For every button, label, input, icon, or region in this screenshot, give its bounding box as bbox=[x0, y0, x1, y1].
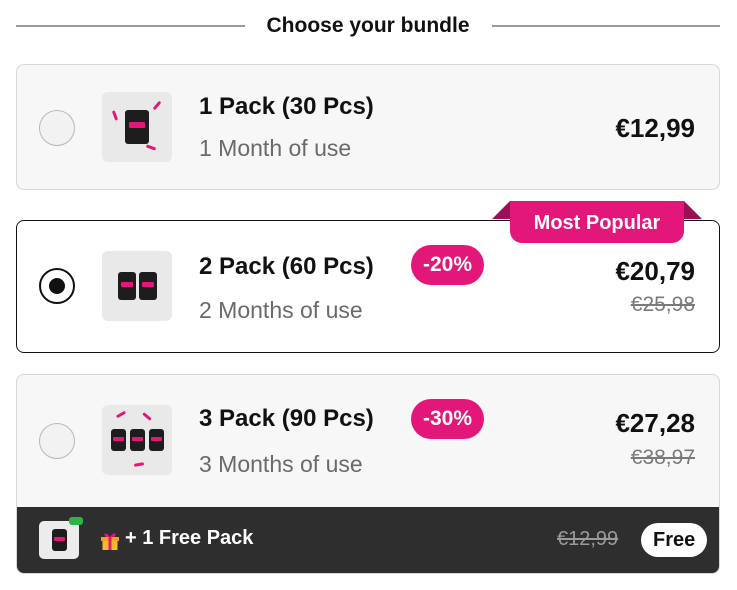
most-popular-badge: Most Popular bbox=[510, 201, 684, 243]
product-thumbnail-2 bbox=[102, 251, 172, 321]
strip-icon bbox=[111, 110, 119, 121]
bundle-subtitle: 1 Month of use bbox=[199, 135, 352, 161]
ribbon-fold-right bbox=[684, 201, 702, 219]
product-thumbnail-3 bbox=[102, 405, 172, 475]
free-pack-bonus-bar: + 1 Free Pack €12,99 Free bbox=[17, 507, 719, 573]
bundle-title: 1 Pack (30 Pcs) bbox=[199, 93, 374, 120]
bundle-price: €27,28 bbox=[615, 408, 695, 438]
ribbon-fold-left bbox=[492, 201, 510, 219]
discount-badge: -30% bbox=[411, 399, 485, 439]
discount-badge: -20% bbox=[411, 245, 485, 285]
bundle-radio-2[interactable] bbox=[39, 268, 75, 304]
strip-icon bbox=[145, 144, 157, 151]
pouch-icon bbox=[129, 429, 145, 451]
free-pack-label: + 1 Free Pack bbox=[125, 527, 254, 549]
bundle-subtitle: 3 Months of use bbox=[199, 451, 363, 477]
gift-icon bbox=[101, 533, 119, 550]
bundle-title: 3 Pack (90 Pcs) bbox=[199, 405, 374, 432]
product-thumbnail-1 bbox=[102, 92, 172, 162]
strip-icon bbox=[115, 410, 127, 419]
pouch-icon bbox=[51, 529, 67, 551]
bundle-option-1-pack[interactable]: 1 Pack (30 Pcs) 1 Month of use €12,99 bbox=[16, 64, 720, 190]
pouch-icon bbox=[110, 429, 126, 451]
pouch-icon bbox=[138, 272, 157, 300]
pouch-icon bbox=[117, 272, 136, 300]
pouch-icon bbox=[125, 110, 149, 144]
section-heading: Choose your bundle bbox=[16, 12, 721, 40]
bundle-price: €12,99 bbox=[615, 113, 695, 143]
strip-icon bbox=[133, 462, 145, 467]
heading-divider-left bbox=[16, 25, 245, 27]
most-popular-ribbon: Most Popular bbox=[492, 201, 702, 243]
bundle-old-price: €25,98 bbox=[630, 293, 695, 316]
free-tag-icon bbox=[69, 517, 83, 525]
pouch-icon bbox=[148, 429, 164, 451]
bundle-radio-3[interactable] bbox=[39, 423, 75, 459]
bundle-old-price: €38,97 bbox=[630, 446, 695, 469]
bundle-price: €20,79 bbox=[615, 256, 695, 286]
bundle-selector: Choose your bundle 1 Pack (30 Pcs) 1 Mon… bbox=[0, 0, 737, 590]
heading-title: Choose your bundle bbox=[266, 14, 470, 37]
bundle-subtitle: 2 Months of use bbox=[199, 297, 363, 323]
strip-icon bbox=[142, 412, 152, 421]
free-pack-thumbnail bbox=[39, 517, 83, 559]
bundle-radio-1[interactable] bbox=[39, 110, 75, 146]
bundle-option-3-pack[interactable]: 3 Pack (90 Pcs) -30% 3 Months of use €27… bbox=[16, 374, 720, 574]
heading-divider-right bbox=[491, 25, 721, 27]
bundle-title: 2 Pack (60 Pcs) bbox=[199, 253, 374, 280]
free-pack-old-price: €12,99 bbox=[557, 528, 619, 550]
strip-icon bbox=[152, 100, 162, 111]
free-badge: Free bbox=[641, 523, 708, 557]
